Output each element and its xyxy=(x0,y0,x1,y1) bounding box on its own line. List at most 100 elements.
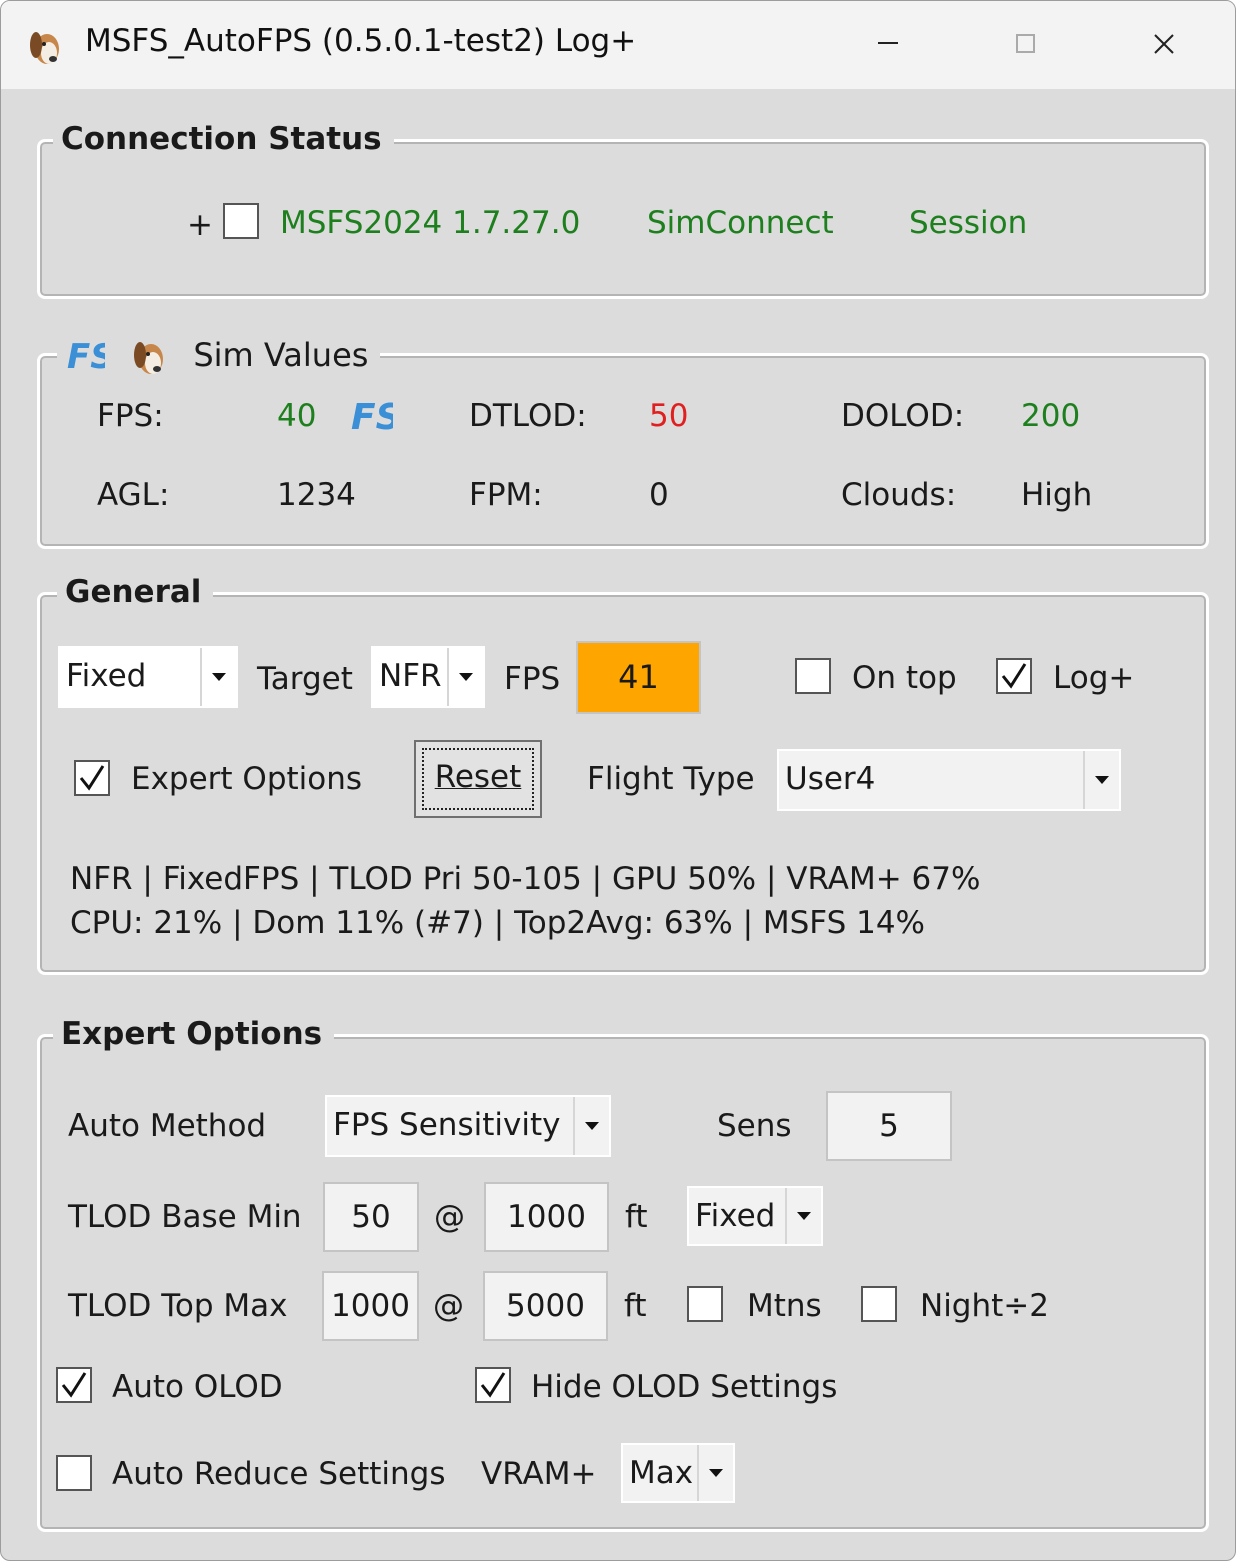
reset-button[interactable]: Reset xyxy=(414,740,542,818)
expert-options-label: Expert Options xyxy=(131,761,363,797)
simconnect-status: SimConnect xyxy=(647,205,834,241)
sim-values-legend-text: Sim Values xyxy=(193,336,369,374)
close-button[interactable] xyxy=(1133,21,1193,69)
fps-target-input[interactable]: 41 xyxy=(576,641,701,714)
chevron-down-icon[interactable] xyxy=(200,648,236,706)
close-icon xyxy=(1154,34,1174,54)
base-mode-select[interactable]: Fixed xyxy=(687,1186,823,1246)
expert-options-legend: Expert Options xyxy=(53,1016,335,1052)
target-select[interactable]: NFR xyxy=(371,646,485,708)
auto-method-value: FPS Sensitivity xyxy=(333,1107,561,1143)
fps-target-value: 41 xyxy=(618,658,659,696)
reset-button-label: Reset xyxy=(434,759,522,795)
hide-olod-checkbox[interactable] xyxy=(475,1367,511,1403)
status-line-1: NFR | FixedFPS | TLOD Pri 50-105 | GPU 5… xyxy=(70,861,981,897)
tlod-top-label: TLOD Top Max xyxy=(68,1288,288,1324)
flight-type-value: User4 xyxy=(785,761,876,797)
beagle-logo-icon xyxy=(134,342,164,374)
night-checkbox[interactable] xyxy=(861,1286,897,1322)
expert-options-checkbox[interactable] xyxy=(74,760,110,796)
status-line-2: CPU: 21% | Dom 11% (#7) | Top2Avg: 63% |… xyxy=(70,905,926,941)
sim-values-legend: FS Sim Values xyxy=(57,333,381,377)
tlod-base-alt-input[interactable]: 1000 xyxy=(484,1182,609,1252)
auto-olod-checkbox[interactable] xyxy=(56,1367,92,1403)
at-symbol: @ xyxy=(434,1199,465,1235)
base-mode-value: Fixed xyxy=(695,1198,776,1234)
logplus-label: Log+ xyxy=(1053,660,1135,696)
chevron-down-icon[interactable] xyxy=(573,1097,609,1155)
dtlod-value: 50 xyxy=(649,398,689,434)
app-window: MSFS_AutoFPS (0.5.0.1-test2) Log+ Connec… xyxy=(0,0,1236,1561)
fs-logo-icon: FS xyxy=(67,337,115,377)
chevron-down-icon[interactable] xyxy=(447,648,483,706)
flight-type-label: Flight Type xyxy=(587,761,755,797)
tlod-top-alt-value: 5000 xyxy=(506,1288,585,1324)
chevron-down-icon[interactable] xyxy=(785,1188,821,1244)
checkmark-icon xyxy=(61,1372,87,1398)
logplus-checkbox[interactable] xyxy=(996,658,1032,694)
mtns-label: Mtns xyxy=(747,1288,822,1324)
target-label: Target xyxy=(257,661,353,697)
vram-select[interactable]: Max xyxy=(621,1443,735,1503)
auto-olod-label: Auto OLOD xyxy=(112,1369,283,1405)
sens-value: 5 xyxy=(879,1108,899,1144)
at-symbol: @ xyxy=(433,1288,464,1324)
connection-prefix: + xyxy=(187,207,213,243)
fps-label: FPS: xyxy=(97,398,164,434)
mtns-checkbox[interactable] xyxy=(687,1286,723,1322)
svg-text:FS: FS xyxy=(351,397,393,437)
mode-select-value: Fixed xyxy=(66,658,147,694)
dolod-label: DOLOD: xyxy=(841,398,965,434)
tlod-top-input[interactable]: 1000 xyxy=(322,1271,419,1341)
target-select-value: NFR xyxy=(379,658,442,694)
clouds-label: Clouds: xyxy=(841,477,957,513)
agl-label: AGL: xyxy=(97,477,170,513)
session-status: Session xyxy=(909,205,1028,241)
auto-reduce-checkbox[interactable] xyxy=(56,1455,92,1491)
ft-unit: ft xyxy=(625,1199,648,1235)
fps-value: 40 xyxy=(277,398,317,434)
chevron-down-icon[interactable] xyxy=(1083,751,1119,809)
auto-method-label: Auto Method xyxy=(68,1108,267,1144)
tlod-base-input[interactable]: 50 xyxy=(323,1182,419,1252)
fpm-label: FPM: xyxy=(469,477,543,513)
mode-select[interactable]: Fixed xyxy=(58,646,238,708)
ontop-label: On top xyxy=(852,660,957,696)
sens-input[interactable]: 5 xyxy=(826,1091,952,1161)
auto-method-select[interactable]: FPS Sensitivity xyxy=(325,1095,611,1157)
tlod-top-value: 1000 xyxy=(331,1288,410,1324)
checkmark-icon xyxy=(1001,663,1027,689)
checkmark-icon xyxy=(480,1372,506,1398)
svg-text:FS: FS xyxy=(67,337,105,375)
agl-value: 1234 xyxy=(277,477,356,513)
minimize-icon xyxy=(878,42,898,44)
title-bar[interactable]: MSFS_AutoFPS (0.5.0.1-test2) Log+ xyxy=(1,1,1235,89)
chevron-down-icon[interactable] xyxy=(697,1445,733,1501)
sim-values-group xyxy=(37,353,1209,549)
fs-logo-icon: FS xyxy=(351,397,393,437)
checkmark-icon xyxy=(79,765,105,791)
dtlod-label: DTLOD: xyxy=(469,398,587,434)
connection-checkbox[interactable] xyxy=(223,203,259,239)
flight-type-select[interactable]: User4 xyxy=(777,749,1121,811)
sens-label: Sens xyxy=(717,1108,792,1144)
dolod-value: 200 xyxy=(1021,398,1081,434)
connection-status-legend: Connection Status xyxy=(53,121,394,157)
ontop-checkbox[interactable] xyxy=(795,658,831,694)
maximize-button[interactable] xyxy=(995,21,1055,69)
auto-reduce-label: Auto Reduce Settings xyxy=(112,1456,446,1492)
general-legend: General xyxy=(57,574,214,610)
tlod-base-alt-value: 1000 xyxy=(507,1199,586,1235)
hide-olod-label: Hide OLOD Settings xyxy=(531,1369,838,1405)
tlod-base-value: 50 xyxy=(351,1199,391,1235)
window-title: MSFS_AutoFPS (0.5.0.1-test2) Log+ xyxy=(85,23,637,59)
minimize-button[interactable] xyxy=(857,21,917,69)
night-label: Night÷2 xyxy=(920,1288,1049,1324)
tlod-base-label: TLOD Base Min xyxy=(68,1199,302,1235)
maximize-icon xyxy=(1016,34,1035,53)
tlod-top-alt-input[interactable]: 5000 xyxy=(483,1271,608,1341)
vram-value: Max xyxy=(629,1455,694,1491)
ft-unit: ft xyxy=(624,1288,647,1324)
fpm-value: 0 xyxy=(649,477,669,513)
vram-label: VRAM+ xyxy=(481,1456,597,1492)
